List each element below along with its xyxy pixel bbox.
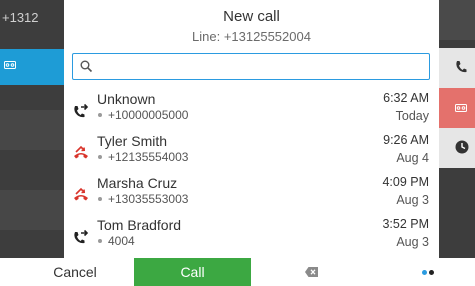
caller-name: Unknown	[97, 91, 156, 107]
presence-dot	[98, 239, 102, 243]
more-button[interactable]	[370, 258, 475, 286]
call-row[interactable]: Tom Bradford 4004 3:52 PM Aug 3	[64, 214, 439, 256]
call-row[interactable]: Tyler Smith +12135554003 9:26 AM Aug 4	[64, 130, 439, 172]
background-band	[439, 0, 475, 40]
call-date: Aug 3	[396, 235, 429, 249]
caller-number: +13035553003	[108, 192, 189, 206]
call-row[interactable]: Marsha Cruz +13035553003 4:09 PM Aug 3	[64, 172, 439, 214]
presence-dot	[98, 155, 102, 159]
voicemail-icon	[4, 61, 16, 69]
background-row	[0, 190, 64, 230]
call-row[interactable]: Unknown +10000005000 6:32 AM Today	[64, 88, 439, 130]
clock-icon	[455, 140, 469, 154]
caller-name: Tyler Smith	[97, 133, 168, 149]
background-app-left: +1312	[0, 0, 64, 258]
more-dots-icon	[429, 270, 434, 275]
backspace-button[interactable]	[255, 258, 365, 286]
search-icon	[80, 60, 93, 73]
caller-number: +12135554003	[108, 150, 189, 164]
call-time: 3:52 PM	[382, 217, 429, 231]
call-date: Aug 4	[396, 151, 429, 165]
background-app-right	[439, 0, 475, 258]
more-dots-icon	[422, 270, 427, 275]
search-field[interactable]	[72, 53, 430, 80]
line-label: Line: +13125552004	[192, 29, 311, 44]
cancel-button[interactable]: Cancel	[20, 258, 130, 286]
new-call-dialog: New call Line: +13125552004 Unknown +100…	[64, 0, 439, 258]
call-date: Aug 3	[396, 193, 429, 207]
caller-name: Tom Bradford	[97, 217, 182, 233]
call-time: 4:09 PM	[382, 175, 429, 189]
background-line-label: +1312	[2, 10, 39, 25]
outgoing-call-icon	[74, 229, 89, 244]
outgoing-call-icon	[74, 103, 89, 118]
caller-name: Marsha Cruz	[97, 175, 178, 191]
background-row	[0, 110, 64, 150]
call-time: 6:32 AM	[383, 91, 429, 105]
softkey-bar: Cancel Call	[0, 258, 475, 286]
call-date: Today	[395, 109, 429, 123]
backspace-icon	[305, 267, 318, 277]
missed-call-icon	[74, 145, 88, 159]
missed-call-icon	[74, 187, 88, 201]
phone-screen: +1312 New call Line: +13125552004 Unknow…	[0, 0, 475, 286]
background-call-tab	[439, 48, 475, 88]
presence-dot	[98, 113, 102, 117]
voicemail-icon	[455, 104, 467, 112]
phone-handset-icon	[456, 61, 467, 73]
presence-dot	[98, 197, 102, 201]
background-voicemail-tab	[0, 49, 64, 85]
background-recents-tab	[439, 128, 475, 168]
background-voicemail-tab	[439, 88, 475, 128]
search-input[interactable]	[99, 57, 419, 76]
call-button[interactable]: Call	[134, 258, 251, 286]
call-time: 9:26 AM	[383, 133, 429, 147]
caller-number: 4004	[108, 234, 135, 248]
caller-number: +10000005000	[108, 108, 189, 122]
dialog-title: New call	[223, 8, 280, 25]
